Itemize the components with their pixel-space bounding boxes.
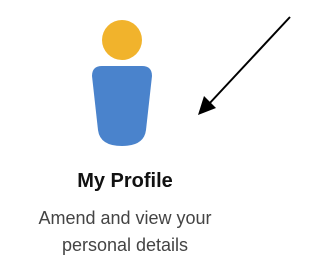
pointer-arrow-icon bbox=[198, 16, 291, 115]
user-profile-icon bbox=[92, 20, 152, 146]
description-line-1: Amend and view your bbox=[38, 208, 212, 228]
my-profile-description: Amend and view your personal details bbox=[0, 205, 250, 259]
my-profile-title[interactable]: My Profile bbox=[0, 170, 250, 193]
description-line-2: personal details bbox=[61, 235, 189, 255]
